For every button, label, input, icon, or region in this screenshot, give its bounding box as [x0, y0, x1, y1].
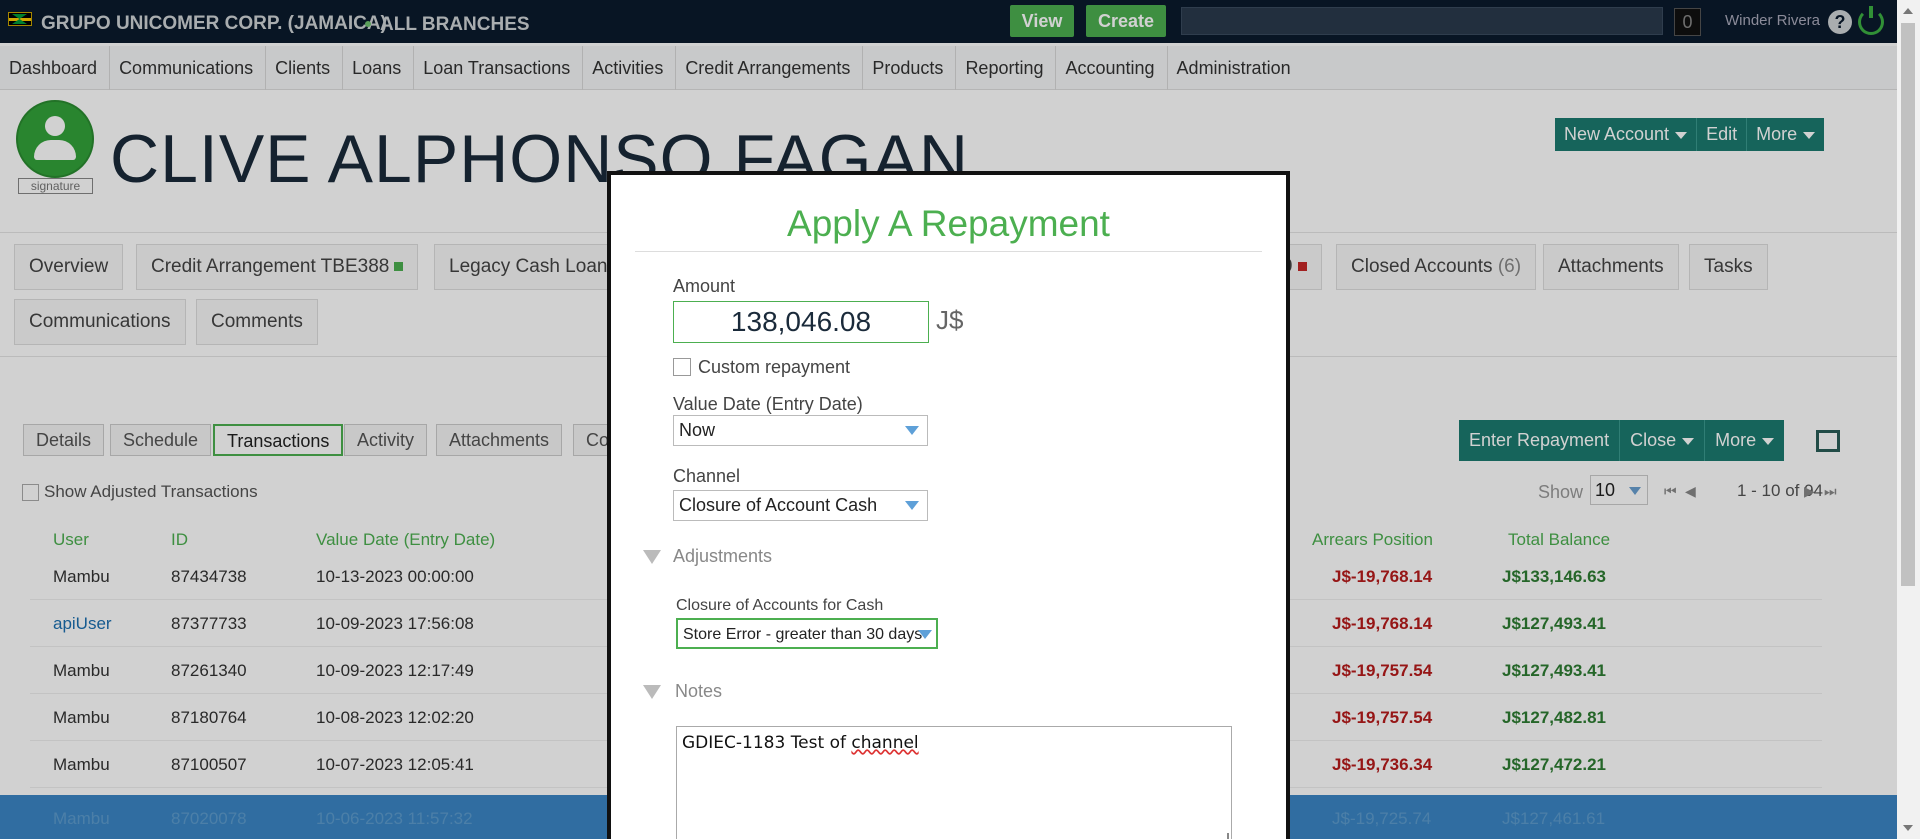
- notes-misspelled-word: channel: [851, 733, 919, 753]
- scrollbar-thumb[interactable]: [1901, 23, 1915, 586]
- notes-section-label[interactable]: Notes: [675, 681, 722, 702]
- custom-repayment-label: Custom repayment: [698, 357, 851, 377]
- dialog-title: Apply A Repayment: [787, 203, 1110, 244]
- currency-label: J$: [936, 305, 964, 335]
- notes-text: GDIEC-1183 Test of: [682, 733, 852, 753]
- channel-label: Channel: [673, 466, 741, 486]
- notes-collapse-icon[interactable]: [643, 685, 661, 699]
- closure-reason-value: Store Error - greater than 30 days: [683, 626, 923, 643]
- value-date-value: Now: [679, 420, 716, 440]
- resize-handle-icon[interactable]: [1219, 833, 1229, 839]
- scroll-down-arrow-icon[interactable]: [1903, 825, 1913, 831]
- page-scrollbar[interactable]: [1897, 0, 1920, 839]
- adjustments-section-label[interactable]: Adjustments: [673, 546, 772, 567]
- closure-accounts-label: Closure of Accounts for Cash: [676, 597, 884, 614]
- channel-value: Closure of Account Cash: [679, 495, 878, 515]
- value-date-select[interactable]: Now: [673, 415, 928, 446]
- dropdown-arrow-icon: [905, 501, 919, 510]
- dropdown-arrow-icon: [905, 426, 919, 435]
- amount-label: Amount: [673, 276, 736, 296]
- dropdown-arrow-icon: [918, 630, 932, 639]
- closure-reason-select[interactable]: Store Error - greater than 30 days: [676, 618, 938, 649]
- apply-repayment-dialog: Apply A Repayment Amount 138,046.08 J$ C…: [607, 171, 1290, 839]
- scroll-up-arrow-icon[interactable]: [1903, 8, 1913, 14]
- amount-input[interactable]: 138,046.08: [673, 301, 929, 343]
- adjustments-collapse-icon[interactable]: [643, 550, 661, 564]
- custom-repayment-checkbox[interactable]: [673, 358, 691, 376]
- title-divider: [635, 251, 1262, 252]
- value-date-label: Value Date (Entry Date): [673, 394, 863, 414]
- notes-textarea[interactable]: GDIEC-1183 Test of channel: [676, 726, 1232, 839]
- channel-select[interactable]: Closure of Account Cash: [673, 490, 928, 521]
